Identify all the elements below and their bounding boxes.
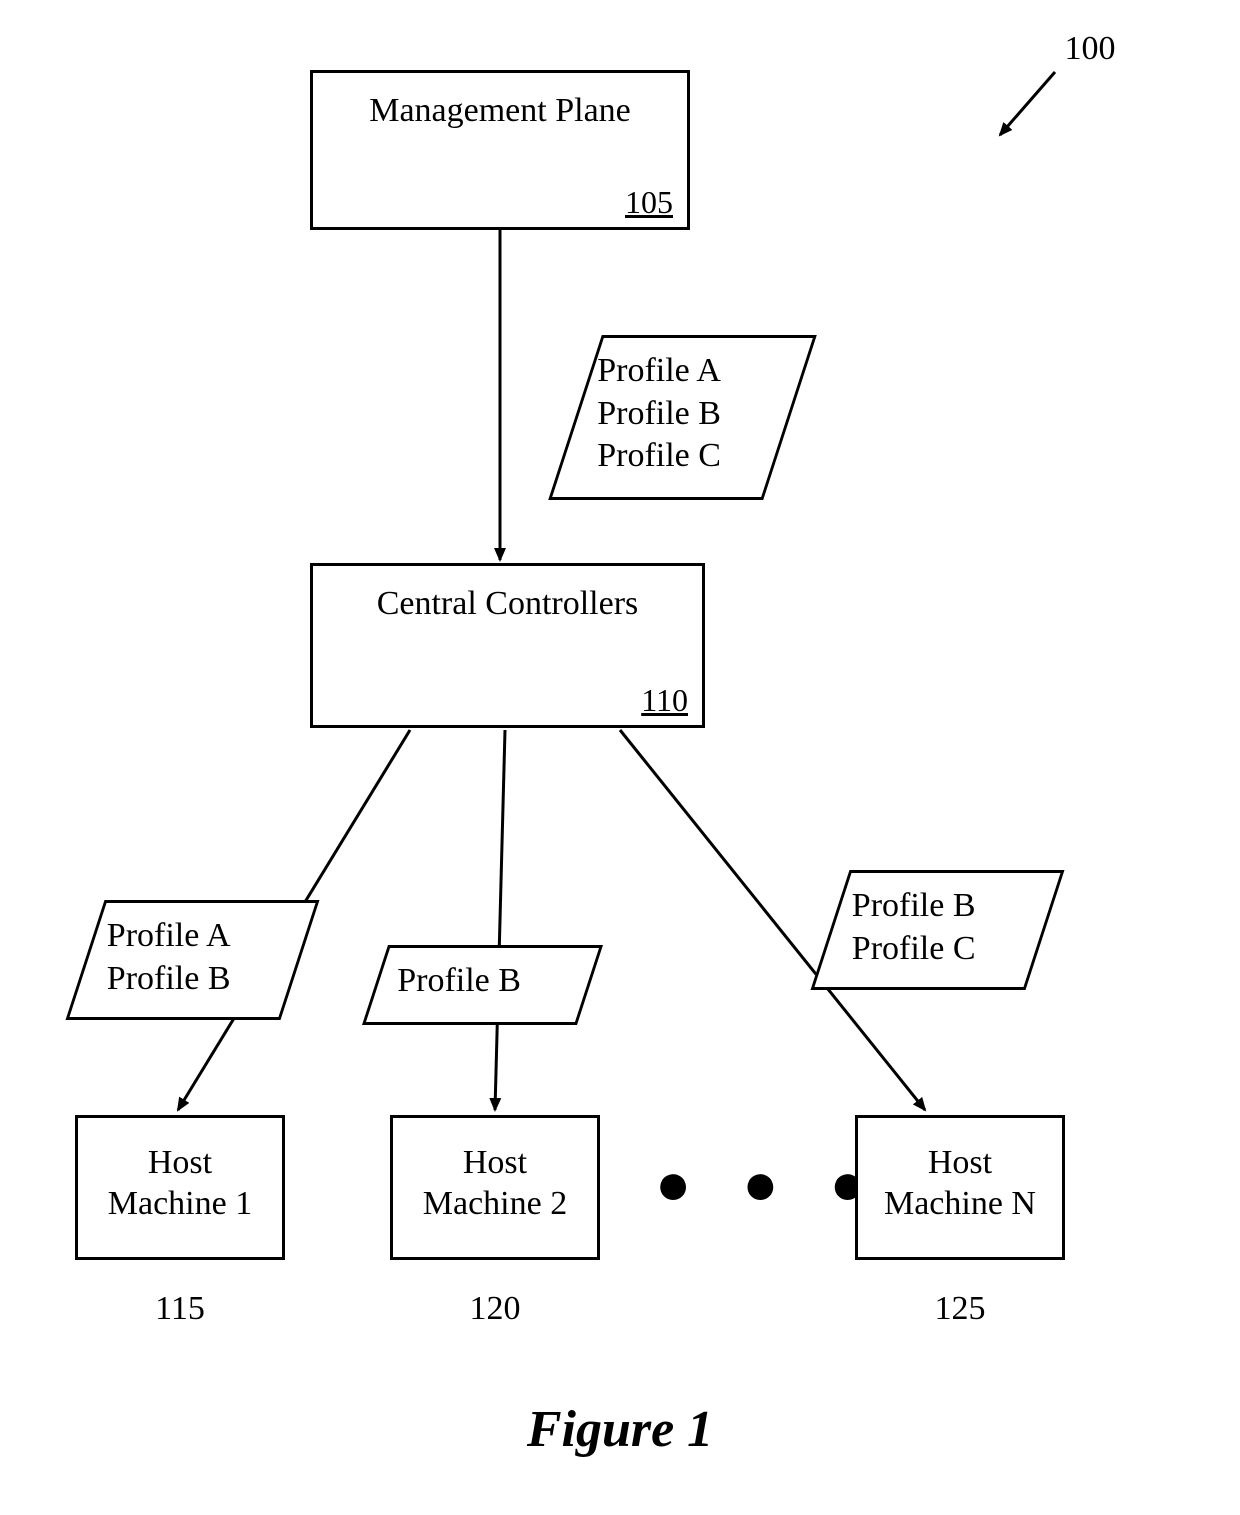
- central-controllers-title: Central Controllers: [313, 584, 702, 625]
- host2-box: Host Machine 2: [390, 1115, 600, 1260]
- profiles-abc-note: Profile A Profile B Profile C: [548, 335, 817, 500]
- profiles-abc-line3: Profile C: [597, 435, 770, 478]
- host1-profiles-line1: Profile A: [107, 915, 280, 958]
- diagram-stage: 100 Management Plane 105 Profile A Profi…: [0, 0, 1240, 1515]
- host2-ref: 120: [455, 1290, 535, 1328]
- host1-ref: 115: [140, 1290, 220, 1328]
- host2-profiles-line1: Profile B: [397, 960, 570, 1003]
- host1-profiles-content: Profile A Profile B: [89, 903, 298, 1012]
- host1-box: Host Machine 1: [75, 1115, 285, 1260]
- profiles-abc-content: Profile A Profile B Profile C: [579, 338, 788, 490]
- host1-line2: Machine 1: [78, 1184, 282, 1225]
- management-plane-title: Management Plane: [313, 91, 687, 132]
- hostn-line2: Machine N: [858, 1184, 1062, 1225]
- management-plane-ref: 105: [625, 184, 673, 221]
- host2-line2: Machine 2: [393, 1184, 597, 1225]
- hostn-line1: Host: [858, 1143, 1062, 1184]
- figure-caption: Figure 1: [0, 1400, 1240, 1459]
- hostn-profiles-note: Profile B Profile C: [811, 870, 1065, 990]
- host1-profiles-note: Profile A Profile B: [66, 900, 320, 1020]
- host1-profiles-line2: Profile B: [107, 958, 280, 1001]
- host2-profiles-content: Profile B: [379, 948, 588, 1015]
- hostn-profiles-content: Profile B Profile C: [834, 873, 1043, 982]
- management-plane-box: Management Plane 105: [310, 70, 690, 230]
- central-controllers-ref: 110: [641, 682, 688, 719]
- profiles-abc-line1: Profile A: [597, 350, 770, 393]
- figure-number-label: 100: [1050, 30, 1130, 68]
- hostn-profiles-line1: Profile B: [852, 885, 1025, 928]
- central-controllers-box: Central Controllers 110: [310, 563, 705, 728]
- ellipsis-dots: ● ● ●: [655, 1150, 884, 1219]
- hostn-profiles-line2: Profile C: [852, 928, 1025, 971]
- hostn-ref: 125: [920, 1290, 1000, 1328]
- host2-line1: Host: [393, 1143, 597, 1184]
- host2-profiles-note: Profile B: [362, 945, 603, 1025]
- hostn-box: Host Machine N: [855, 1115, 1065, 1260]
- profiles-abc-line2: Profile B: [597, 393, 770, 436]
- host1-line1: Host: [78, 1143, 282, 1184]
